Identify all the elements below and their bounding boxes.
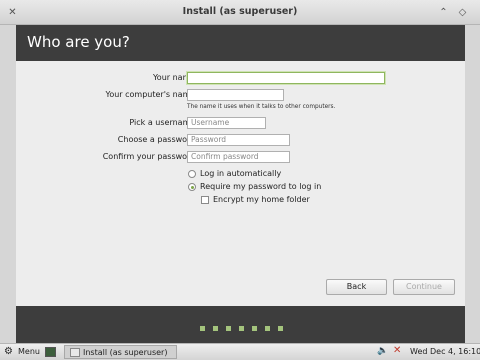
progress-dot: [213, 326, 218, 331]
terminal-icon[interactable]: [45, 347, 56, 357]
computer-name-input[interactable]: [187, 89, 284, 101]
gear-icon[interactable]: ⚙: [4, 346, 13, 357]
computer-name-label: Your computer's name:: [105, 90, 199, 99]
require-password-label[interactable]: Require my password to log in: [200, 182, 321, 191]
clock[interactable]: Wed Dec 4, 16:10: [410, 347, 480, 356]
network-disconnected-icon[interactable]: ✕: [393, 345, 401, 356]
progress-dot: [252, 326, 257, 331]
maximize-icon[interactable]: ◇: [456, 6, 469, 19]
progress-dot: [200, 326, 205, 331]
window-titlebar[interactable]: ✕ Install (as superuser) ⌃ ◇: [0, 0, 480, 25]
volume-icon[interactable]: 🔈: [377, 346, 388, 356]
progress-dot: [278, 326, 283, 331]
user-form-panel: Your name: Your computer's name: The nam…: [16, 61, 465, 306]
progress-dot: [226, 326, 231, 331]
computer-name-hint: The name it uses when it talks to other …: [187, 104, 336, 110]
progress-dot: [265, 326, 270, 331]
encrypt-home-label[interactable]: Encrypt my home folder: [213, 195, 310, 204]
require-password-radio[interactable]: [188, 183, 196, 191]
taskbar: ⚙ Menu Install (as superuser) 🔈 ✕ Wed De…: [0, 343, 480, 360]
minimize-icon[interactable]: ⌃: [437, 6, 450, 19]
password-input[interactable]: Password: [187, 134, 290, 146]
your-name-input[interactable]: [187, 72, 385, 84]
progress-footer: [16, 306, 465, 343]
back-button[interactable]: Back: [326, 279, 387, 295]
progress-dot: [239, 326, 244, 331]
login-automatically-radio[interactable]: [188, 170, 196, 178]
menu-button[interactable]: Menu: [18, 347, 40, 356]
confirm-password-input[interactable]: Confirm password: [187, 151, 290, 163]
page-title: Who are you?: [27, 33, 130, 51]
username-input[interactable]: Username: [187, 117, 266, 129]
continue-button[interactable]: Continue: [393, 279, 455, 295]
password-label: Choose a password:: [117, 135, 198, 144]
login-automatically-label[interactable]: Log in automatically: [200, 169, 281, 178]
encrypt-home-checkbox[interactable]: [201, 196, 209, 204]
taskbar-window-button[interactable]: Install (as superuser): [64, 345, 177, 359]
window-icon: [70, 348, 80, 357]
confirm-password-label: Confirm your password:: [102, 152, 198, 161]
window-title: Install (as superuser): [182, 6, 298, 17]
taskbar-window-label: Install (as superuser): [83, 348, 168, 357]
page-header: Who are you?: [16, 25, 465, 61]
